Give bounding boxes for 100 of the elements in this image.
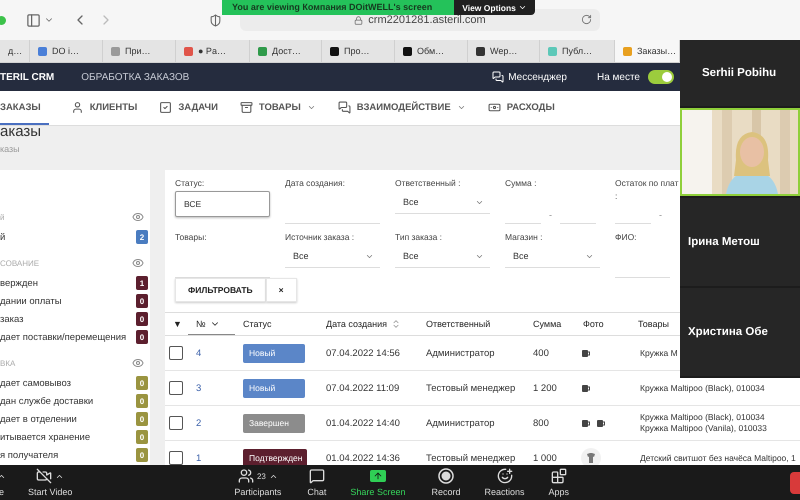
column-header[interactable]: Статус bbox=[235, 313, 318, 335]
toolbar-button[interactable]: Start Video bbox=[22, 468, 78, 497]
toolbar-button[interactable]: Reactions bbox=[478, 468, 531, 497]
column-header[interactable]: Фото bbox=[575, 313, 630, 335]
status-item[interactable]: итывается хранение 0 bbox=[0, 428, 150, 446]
nav-label: ЗАКАЗЫ bbox=[0, 102, 41, 112]
participant-count: 23 bbox=[256, 472, 266, 480]
nav-tab[interactable]: ТОВАРЫ bbox=[240, 91, 316, 125]
eye-icon[interactable] bbox=[132, 257, 144, 269]
toolbar-label: Record bbox=[431, 487, 460, 497]
date-cell-text: 07.04.2022 11:09 bbox=[325, 382, 400, 394]
row-checkbox[interactable] bbox=[169, 451, 183, 465]
status-item[interactable]: дает поставки/перемещения 0 bbox=[0, 328, 150, 346]
view-options-button[interactable]: View Options bbox=[454, 0, 535, 15]
order-number-link[interactable]: 4 bbox=[188, 348, 235, 358]
nav-tab[interactable]: ВЗАИМОДЕЙСТВИЕ bbox=[338, 91, 466, 125]
eye-icon[interactable] bbox=[132, 357, 144, 369]
status-item[interactable]: заказ 0 bbox=[0, 310, 150, 328]
status-label: й bbox=[0, 232, 6, 242]
sum-cell-text: 1 200 bbox=[532, 382, 558, 394]
eye-icon[interactable] bbox=[132, 211, 144, 223]
tab-title: ● Pa… bbox=[198, 46, 226, 56]
chevron-down-icon bbox=[518, 3, 527, 12]
select-field[interactable]: Все bbox=[285, 245, 380, 268]
count-badge: 0 bbox=[136, 394, 148, 408]
toolbar-button[interactable]: Record bbox=[425, 468, 466, 497]
column-header[interactable]: Товары bbox=[630, 313, 673, 335]
status-item[interactable]: дает в отделении 0 bbox=[0, 410, 150, 428]
filter-label: Магазин : bbox=[505, 232, 543, 242]
url-text: crm2201281.asteril.com bbox=[368, 14, 486, 26]
select-field[interactable]: Все bbox=[395, 191, 490, 214]
filter-button[interactable]: ФИЛЬТРОВАТЬ bbox=[175, 278, 266, 302]
nav-tab[interactable]: КЛИЕНТЫ bbox=[70, 91, 138, 125]
sum-cell-text: 400 bbox=[532, 348, 550, 358]
manager-cell-text: Администратор bbox=[425, 418, 496, 428]
status-item[interactable]: вержден 1 bbox=[0, 274, 150, 292]
column-header[interactable]: ▼ bbox=[165, 313, 188, 335]
filter-label: Дата создания: bbox=[285, 178, 345, 188]
product-text: Детский свитшот без начёса Maltipoo, 1 bbox=[640, 452, 797, 464]
shield-icon[interactable] bbox=[209, 14, 222, 26]
smiley-icon bbox=[496, 468, 512, 484]
filter-label: Источник заказа : bbox=[285, 232, 354, 242]
product-text: Кружка M bbox=[640, 348, 679, 358]
column-header[interactable]: Дата создания bbox=[318, 313, 418, 335]
toolbar-button[interactable]: 23 Participants bbox=[228, 468, 288, 497]
toolbar-button[interactable]: Chat bbox=[301, 468, 332, 497]
status-item[interactable]: дан службе доставки 0 bbox=[0, 392, 150, 410]
count-badge: 0 bbox=[136, 312, 148, 326]
status-item[interactable]: дает самовывоз 0 bbox=[0, 374, 150, 392]
status-label: дает в отделении bbox=[0, 414, 77, 424]
status-item[interactable]: я получателя 0 bbox=[0, 446, 150, 464]
column-header[interactable]: Сумма bbox=[525, 313, 575, 335]
status-badge: Новый bbox=[243, 378, 305, 398]
chat-icon bbox=[492, 71, 504, 83]
column-header[interactable]: Ответственный bbox=[418, 313, 525, 335]
tab-title: д… bbox=[8, 46, 22, 56]
filter-label: Сумма : bbox=[505, 178, 536, 188]
toolbar-button[interactable]: Apps bbox=[542, 468, 576, 497]
messenger-link[interactable]: Мессенджер bbox=[492, 71, 567, 83]
tab-title: При… bbox=[125, 46, 151, 56]
apps-icon bbox=[550, 468, 567, 484]
checkbox-icon bbox=[159, 100, 172, 114]
select-field[interactable]: Все bbox=[505, 245, 600, 268]
toolbar-button[interactable]: Share Screen bbox=[344, 468, 412, 497]
tab-title: Wep… bbox=[490, 46, 518, 56]
count-badge: 0 bbox=[136, 376, 148, 390]
nav-label: РАСХОДЫ bbox=[506, 102, 555, 112]
row-checkbox[interactable] bbox=[169, 346, 183, 360]
status-item[interactable]: й 2 bbox=[0, 228, 150, 246]
status-field[interactable]: ВСЕ bbox=[175, 191, 270, 217]
brand-name[interactable]: TERIL CRM bbox=[0, 72, 54, 82]
participant-tile[interactable]: Христина Обе bbox=[680, 288, 800, 376]
row-checkbox[interactable] bbox=[169, 416, 183, 430]
presence-toggle[interactable] bbox=[648, 70, 674, 84]
participant-tile[interactable]: Ірина Метош bbox=[680, 198, 800, 286]
order-number-link[interactable]: 3 bbox=[188, 382, 235, 394]
sum-cell-text: 800 bbox=[532, 418, 550, 428]
row-checkbox[interactable] bbox=[169, 381, 183, 395]
nav-label: ЗАДАЧИ bbox=[178, 102, 218, 112]
column-header[interactable]: № bbox=[188, 313, 235, 335]
section-title: ОБРАБОТКА ЗАКАЗОВ bbox=[81, 72, 190, 82]
tab-title: Заказы… bbox=[637, 46, 676, 56]
nav-tab[interactable]: РАСХОДЫ bbox=[488, 91, 555, 125]
nav-tab[interactable]: ЗАДАЧИ bbox=[159, 91, 218, 125]
reload-icon[interactable] bbox=[581, 14, 592, 25]
order-number-link[interactable]: 1 bbox=[188, 452, 235, 464]
tab-title: Публ… bbox=[562, 46, 592, 56]
participant-name: Христина Обе bbox=[688, 326, 768, 338]
mug-icon bbox=[581, 384, 591, 392]
status-item[interactable]: дании оплаты 0 bbox=[0, 292, 150, 310]
browser-tab[interactable]: Заказы… bbox=[615, 40, 680, 62]
sidebar-icon[interactable] bbox=[26, 12, 41, 28]
clear-button[interactable]: × bbox=[266, 278, 297, 302]
participant-tile[interactable]: Serhii Pobihu bbox=[680, 40, 800, 106]
end-button[interactable] bbox=[790, 472, 800, 494]
page-title: аказы bbox=[0, 123, 42, 140]
nav-tab[interactable]: ЗАКАЗЫ bbox=[0, 91, 49, 125]
status-label: дает поставки/перемещения bbox=[0, 332, 126, 342]
order-number-link[interactable]: 2 bbox=[188, 418, 235, 428]
select-field[interactable]: Все bbox=[395, 245, 490, 268]
